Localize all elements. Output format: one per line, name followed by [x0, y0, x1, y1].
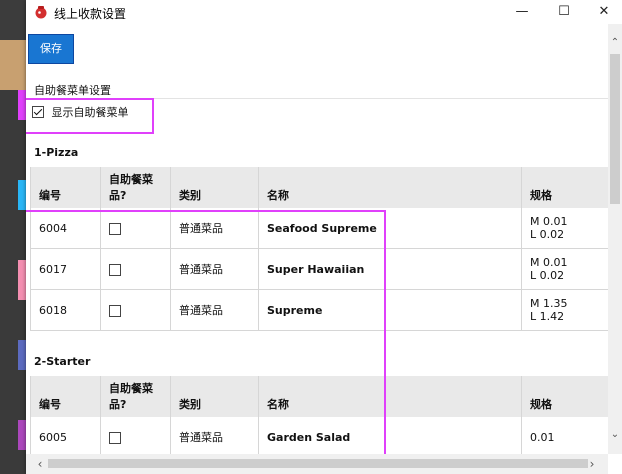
cell-buffet: [100, 417, 171, 454]
minimize-icon: —: [515, 4, 529, 19]
content-area: 保存 自助餐菜单设置 显示自助餐菜单 1-Pizza 编号 自助餐菜品? 类别 …: [26, 24, 608, 454]
column-header-buffet: 自助餐菜品?: [100, 167, 171, 208]
cell-category: 普通菜品: [170, 417, 259, 454]
scroll-down-icon[interactable]: ⌄: [608, 428, 622, 442]
window-title: 线上收款设置: [54, 7, 127, 21]
section-heading: 自助餐菜单设置: [34, 84, 111, 97]
spec-line: L 0.02: [530, 269, 565, 282]
buffet-checkbox[interactable]: [109, 222, 121, 235]
minimize-button[interactable]: —: [504, 0, 540, 24]
group-title-starter: 2-Starter: [34, 355, 91, 368]
column-header-name: 名称: [258, 376, 522, 417]
divider: [32, 98, 608, 99]
menu-table-pizza: 编号 自助餐菜品? 类别 名称 规格 6004 普通菜品 Seafood Sup…: [30, 167, 608, 331]
spec-line: 0.01: [530, 430, 555, 444]
cell-id: 6004: [30, 208, 101, 249]
save-button[interactable]: 保存: [28, 34, 74, 64]
cell-category: 普通菜品: [170, 289, 259, 331]
table-header-row: 编号 自助餐菜品? 类别 名称 规格: [30, 167, 608, 208]
settings-window: 线上收款设置 — ☐ ✕ 保存 自助餐菜单设置 显示自助餐菜单 1-Pizza …: [26, 0, 622, 474]
column-header-id: 编号: [30, 167, 101, 208]
menu-table-starter: 编号 自助餐菜品? 类别 名称 规格 6005 普通菜品 Garden Sala…: [30, 376, 608, 454]
cell-spec: 0.01: [521, 417, 608, 454]
cell-name: Garden Salad: [258, 417, 522, 454]
cell-spec: M 0.01 L 0.02: [521, 248, 608, 290]
close-icon: ✕: [598, 4, 610, 19]
horizontal-scroll-thumb[interactable]: [48, 459, 588, 468]
spec-line: L 1.42: [530, 310, 565, 323]
cell-buffet: [100, 248, 171, 290]
column-header-category: 类别: [170, 376, 259, 417]
spec-line: L 0.02: [530, 228, 565, 241]
table-row: 6017 普通菜品 Super Hawaiian M 0.01 L 0.02: [30, 248, 608, 290]
app-icon: [35, 6, 47, 19]
table-row: 6005 普通菜品 Garden Salad 0.01: [30, 417, 608, 454]
column-header-name: 名称: [258, 167, 522, 208]
show-buffet-menu-checkbox[interactable]: [32, 106, 44, 118]
cell-buffet: [100, 208, 171, 249]
cell-buffet: [100, 289, 171, 331]
spec-line: M 0.01: [530, 256, 568, 269]
group-title-pizza: 1-Pizza: [34, 146, 79, 159]
background-app-strip: [0, 0, 26, 474]
cell-id: 6017: [30, 248, 101, 290]
cell-name: Super Hawaiian: [258, 248, 522, 290]
spec-line: M 1.35: [530, 297, 568, 310]
cell-name: Supreme: [258, 289, 522, 331]
column-header-buffet: 自助餐菜品?: [100, 376, 171, 417]
cell-spec: M 0.01 L 0.02: [521, 208, 608, 249]
close-button[interactable]: ✕: [586, 0, 622, 24]
column-header-category: 类别: [170, 167, 259, 208]
cell-spec: M 1.35 L 1.42: [521, 289, 608, 331]
cell-category: 普通菜品: [170, 208, 259, 249]
scroll-right-icon[interactable]: ›: [582, 454, 602, 474]
table-row: 6018 普通菜品 Supreme M 1.35 L 1.42: [30, 289, 608, 331]
scroll-up-icon[interactable]: ⌃: [608, 36, 622, 50]
table-header-row: 编号 自助餐菜品? 类别 名称 规格: [30, 376, 608, 417]
buffet-checkbox[interactable]: [109, 304, 121, 317]
column-header-id: 编号: [30, 376, 101, 417]
cell-id: 6018: [30, 289, 101, 331]
maximize-button[interactable]: ☐: [546, 0, 582, 24]
vertical-scroll-thumb[interactable]: [610, 54, 620, 204]
vertical-scrollbar[interactable]: ⌃ ⌄: [608, 24, 622, 454]
column-header-spec: 规格: [521, 167, 608, 208]
title-bar: 线上收款设置 — ☐ ✕: [26, 0, 622, 24]
column-header-spec: 规格: [521, 376, 608, 417]
scroll-left-icon[interactable]: ‹: [30, 454, 50, 474]
cell-name: Seafood Supreme: [258, 208, 522, 249]
spec-line: M 0.01: [530, 215, 568, 228]
buffet-checkbox[interactable]: [109, 263, 121, 276]
maximize-icon: ☐: [558, 4, 570, 19]
show-buffet-menu-label: 显示自助餐菜单: [51, 106, 129, 119]
show-buffet-menu-row[interactable]: 显示自助餐菜单: [32, 104, 129, 120]
buffet-checkbox[interactable]: [109, 431, 121, 444]
cell-category: 普通菜品: [170, 248, 259, 290]
cell-id: 6005: [30, 417, 101, 454]
table-row: 6004 普通菜品 Seafood Supreme M 0.01 L 0.02: [30, 208, 608, 249]
horizontal-scrollbar[interactable]: ‹ ›: [26, 454, 608, 474]
